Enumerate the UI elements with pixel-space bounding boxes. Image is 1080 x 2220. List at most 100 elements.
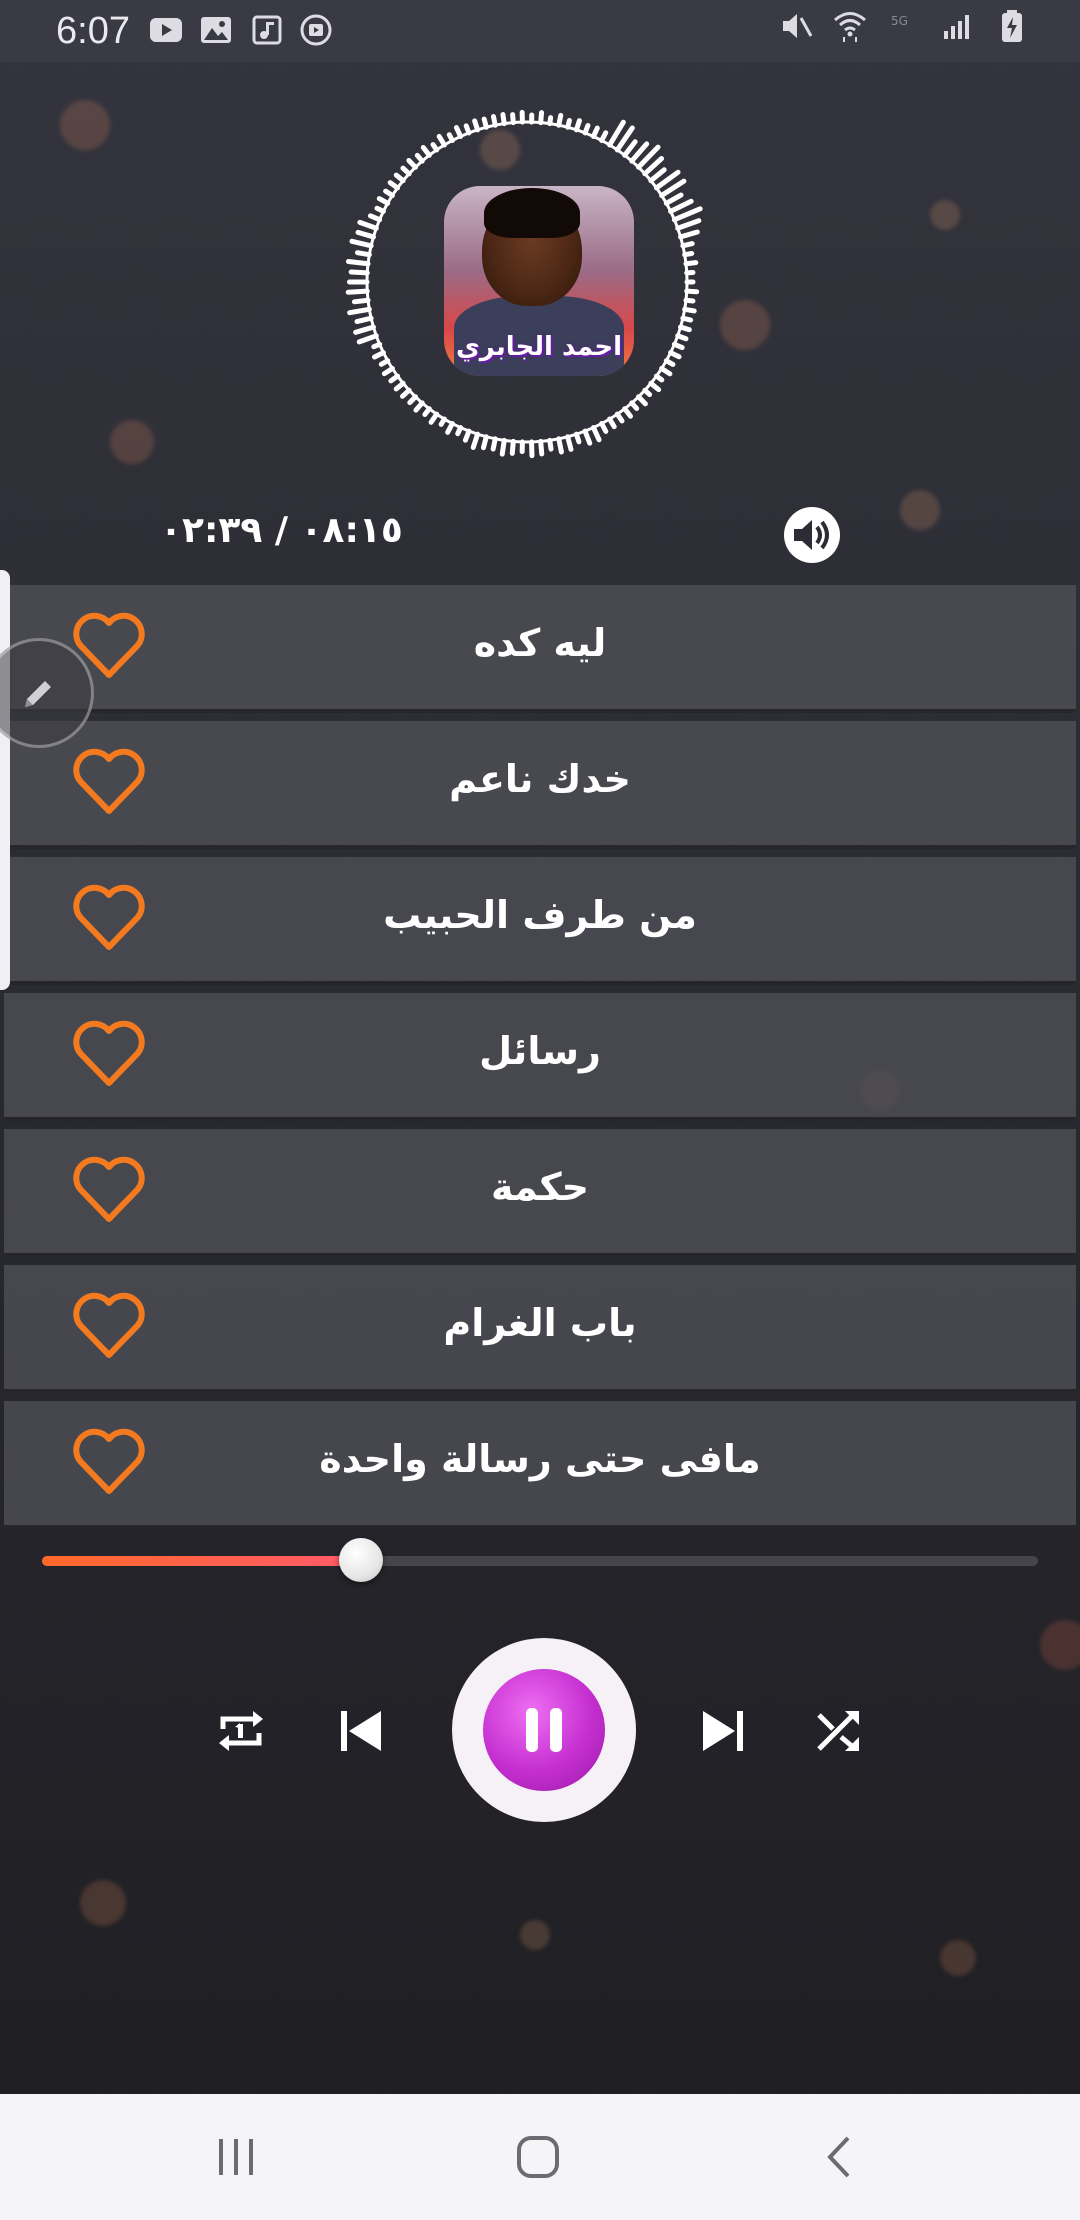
wifi-icon xyxy=(832,10,868,42)
visualizer-bar xyxy=(355,229,376,240)
visualizer-bar xyxy=(463,123,472,136)
visualizer-bar xyxy=(573,118,582,133)
visualizer-bar xyxy=(653,373,665,383)
visualizer-bar xyxy=(684,288,700,295)
volume-icon xyxy=(784,507,840,563)
pencil-icon xyxy=(25,681,51,707)
visualizer-bar xyxy=(622,406,634,419)
visualizer-bar xyxy=(480,434,489,451)
visualizer-bar xyxy=(345,288,370,295)
visualizer-bar xyxy=(648,167,667,184)
visualizer-bar xyxy=(420,144,432,158)
previous-icon xyxy=(341,1711,381,1751)
pause-icon xyxy=(526,1708,562,1752)
visualizer-bar xyxy=(499,437,507,457)
visualizer-bar xyxy=(648,380,662,393)
gallery-icon xyxy=(198,14,234,46)
back-button[interactable] xyxy=(800,2122,880,2192)
track-item[interactable]: باب الغرام xyxy=(4,1265,1076,1393)
visualizer-bar xyxy=(378,358,391,367)
seek-bar-fill xyxy=(42,1556,361,1566)
visualizer-bar xyxy=(671,341,685,351)
visualizer-bar xyxy=(663,358,676,367)
visualizer-bar xyxy=(671,206,703,223)
visualizer-bar xyxy=(470,431,481,450)
visualizer-bar xyxy=(510,112,516,126)
visualizer-bar xyxy=(573,431,582,445)
visualizer-bar xyxy=(413,400,425,413)
visualizer-bar xyxy=(538,438,545,457)
visualizer-bar xyxy=(445,421,455,435)
track-item[interactable]: رسائل xyxy=(4,993,1076,1121)
visualizer-bar xyxy=(481,116,489,130)
visualizer-bar xyxy=(659,366,673,377)
visualizer-bar xyxy=(642,387,653,398)
recent-apps-button[interactable] xyxy=(196,2122,276,2192)
visualizer-bar xyxy=(348,269,370,276)
visualizer-bar xyxy=(683,260,699,267)
visualizer-bar xyxy=(678,324,692,333)
track-item[interactable]: حكمة xyxy=(4,1129,1076,1257)
system-nav-bar xyxy=(0,2094,1080,2220)
visualizer-bar xyxy=(490,436,498,452)
visualizer-bar xyxy=(354,315,374,325)
edge-panel-handle[interactable] xyxy=(0,570,10,990)
visualizer-bar xyxy=(357,219,379,231)
track-title: من طرف الحبيب xyxy=(383,893,697,937)
visualizer-bar xyxy=(345,259,371,267)
visualizer-bar xyxy=(383,188,395,198)
visualizer-bar xyxy=(371,341,383,350)
play-pause-inner xyxy=(483,1669,605,1791)
visualizer-bar xyxy=(388,373,401,384)
visualizer-bar xyxy=(582,123,591,136)
visualizer-bar xyxy=(381,366,395,377)
visualizer-bar xyxy=(406,157,418,170)
visualizer-bar xyxy=(462,428,472,443)
visualizer-bar xyxy=(599,421,609,434)
home-button[interactable] xyxy=(498,2122,578,2192)
visualizer-bar xyxy=(582,428,593,446)
visualizer-bar xyxy=(393,172,406,184)
mute-icon xyxy=(778,10,814,42)
visualizer-bar xyxy=(387,180,401,191)
svg-text:5G: 5G xyxy=(891,14,908,28)
track-title: ليه كده xyxy=(473,621,607,665)
track-title: حكمة xyxy=(490,1165,589,1209)
visualizer-bar xyxy=(675,218,702,231)
shuffle-button[interactable] xyxy=(804,1696,874,1766)
signal-5g-icon: 5G xyxy=(886,10,922,42)
visualizer-bar xyxy=(590,125,600,139)
visualizer-bar xyxy=(453,124,464,139)
visualizer-bar xyxy=(446,132,455,143)
seek-bar[interactable] xyxy=(42,1538,1038,1582)
track-item[interactable]: خدك ناعم xyxy=(4,721,1076,849)
next-button[interactable] xyxy=(688,1696,758,1766)
visualizer-bar xyxy=(599,130,609,143)
track-item[interactable]: ليه كده xyxy=(4,585,1076,713)
track-item[interactable]: من طرف الحبيب xyxy=(4,857,1076,985)
volume-button[interactable] xyxy=(782,505,842,565)
visualizer-bar xyxy=(500,112,507,127)
status-time: 6:07 xyxy=(56,10,130,52)
visualizer-bar xyxy=(682,250,695,258)
visualizer-bar xyxy=(393,380,406,392)
visualizer-bar xyxy=(675,333,689,342)
visualizer-bar xyxy=(472,118,481,133)
visualizer-bar xyxy=(372,350,386,360)
visualizer-bar xyxy=(414,152,425,164)
visualizer-bar xyxy=(629,400,640,412)
visualizer-bar xyxy=(556,436,564,455)
play-pause-button[interactable] xyxy=(452,1638,636,1822)
repeat-button[interactable] xyxy=(206,1696,276,1766)
visualizer-bar xyxy=(636,394,648,407)
visualizer-bar xyxy=(668,350,682,360)
previous-button[interactable] xyxy=(326,1696,396,1766)
repeat-one-icon xyxy=(219,1711,263,1751)
track-title: خدك ناعم xyxy=(449,757,631,801)
visualizer-bar xyxy=(436,133,447,148)
visualizer-bar xyxy=(490,114,498,128)
visualizer-bar xyxy=(538,110,545,126)
visualizer-bar xyxy=(349,238,374,249)
seek-bar-thumb[interactable] xyxy=(338,1538,383,1582)
visualizer-bar xyxy=(556,112,564,128)
